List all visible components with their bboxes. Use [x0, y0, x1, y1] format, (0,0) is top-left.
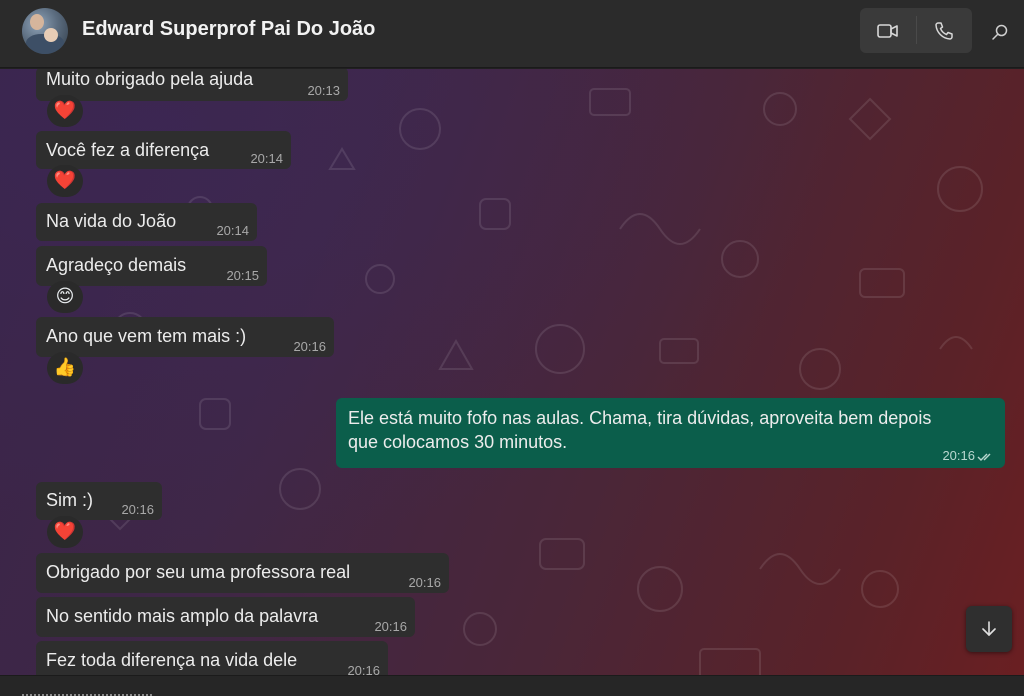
message-time: 20:16 — [293, 339, 326, 354]
composer-placeholder — [22, 686, 152, 696]
message-text: Ano que vem tem mais :) — [46, 326, 247, 346]
phone-icon — [935, 21, 953, 40]
message-reaction[interactable]: 👍 — [47, 352, 83, 384]
video-camera-icon — [876, 23, 898, 38]
voice-call-button[interactable] — [916, 8, 972, 53]
scroll-to-bottom-button[interactable] — [966, 606, 1012, 652]
incoming-message[interactable]: Na vida do João 20:14 — [36, 203, 257, 241]
message-text: Fez toda diferença na vida dele — [46, 650, 298, 670]
message-time: 20:16 — [121, 502, 154, 517]
message-text: Agradeço demais — [46, 255, 187, 275]
message-time: 20:15 — [226, 268, 259, 283]
chat-messages-area[interactable]: Muito obrigado pela ajuda 20:13 ❤️ Você … — [0, 69, 1024, 675]
arrow-down-icon — [982, 621, 996, 636]
contact-avatar[interactable] — [22, 8, 68, 54]
incoming-message[interactable]: No sentido mais amplo da palavra 20:16 — [36, 597, 415, 637]
message-text-line: Ele está muito fofo nas aulas. Chama, ti… — [348, 408, 932, 428]
message-time: 20:16 — [408, 575, 441, 590]
incoming-message[interactable]: Você fez a diferença 20:14 — [36, 131, 291, 169]
message-reaction[interactable]: ❤️ — [47, 165, 83, 197]
message-composer[interactable] — [0, 675, 1024, 696]
incoming-message[interactable]: Ano que vem tem mais :) 20:16 — [36, 317, 334, 357]
message-time: 20:14 — [216, 223, 249, 238]
incoming-message[interactable]: Fez toda diferença na vida dele 20:16 — [36, 641, 388, 675]
message-time: 20:16 — [347, 663, 380, 675]
message-text: Na vida do João — [46, 211, 177, 231]
message-reaction[interactable]: ❤️ — [47, 95, 83, 127]
message-text: Sim :) — [46, 490, 93, 510]
message-text: No sentido mais amplo da palavra — [46, 606, 319, 626]
message-text: Você fez a diferença — [46, 140, 210, 160]
contact-name[interactable]: Edward Superprof Pai Do João — [82, 16, 375, 42]
incoming-message[interactable]: Obrigado por seu uma professora real 20:… — [36, 553, 449, 593]
message-text-line: que colocamos 30 minutos. — [348, 432, 568, 452]
incoming-message[interactable]: Agradeço demais 20:15 — [36, 246, 267, 286]
message-text: Obrigado por seu uma professora real — [46, 562, 351, 582]
read-receipt-icon — [977, 453, 991, 461]
outgoing-message[interactable]: Ele está muito fofo nas aulas. Chama, ti… — [336, 398, 1005, 468]
message-reaction[interactable]: ❤️ — [47, 516, 83, 548]
search-icon — [992, 24, 1008, 40]
message-time: 20:16 — [942, 448, 975, 463]
message-time: 20:14 — [250, 151, 283, 166]
message-text: Muito obrigado pela ajuda — [46, 69, 254, 89]
video-call-button[interactable] — [860, 8, 916, 53]
call-buttons — [860, 8, 972, 53]
incoming-message[interactable]: Sim :) 20:16 — [36, 482, 162, 520]
chat-header: Edward Superprof Pai Do João — [0, 0, 1024, 68]
message-time: 20:13 — [307, 83, 340, 98]
message-reaction[interactable]: 😊 — [47, 281, 83, 313]
search-button[interactable] — [986, 18, 1014, 46]
incoming-message[interactable]: Muito obrigado pela ajuda 20:13 — [36, 69, 348, 101]
message-time: 20:16 — [374, 619, 407, 634]
